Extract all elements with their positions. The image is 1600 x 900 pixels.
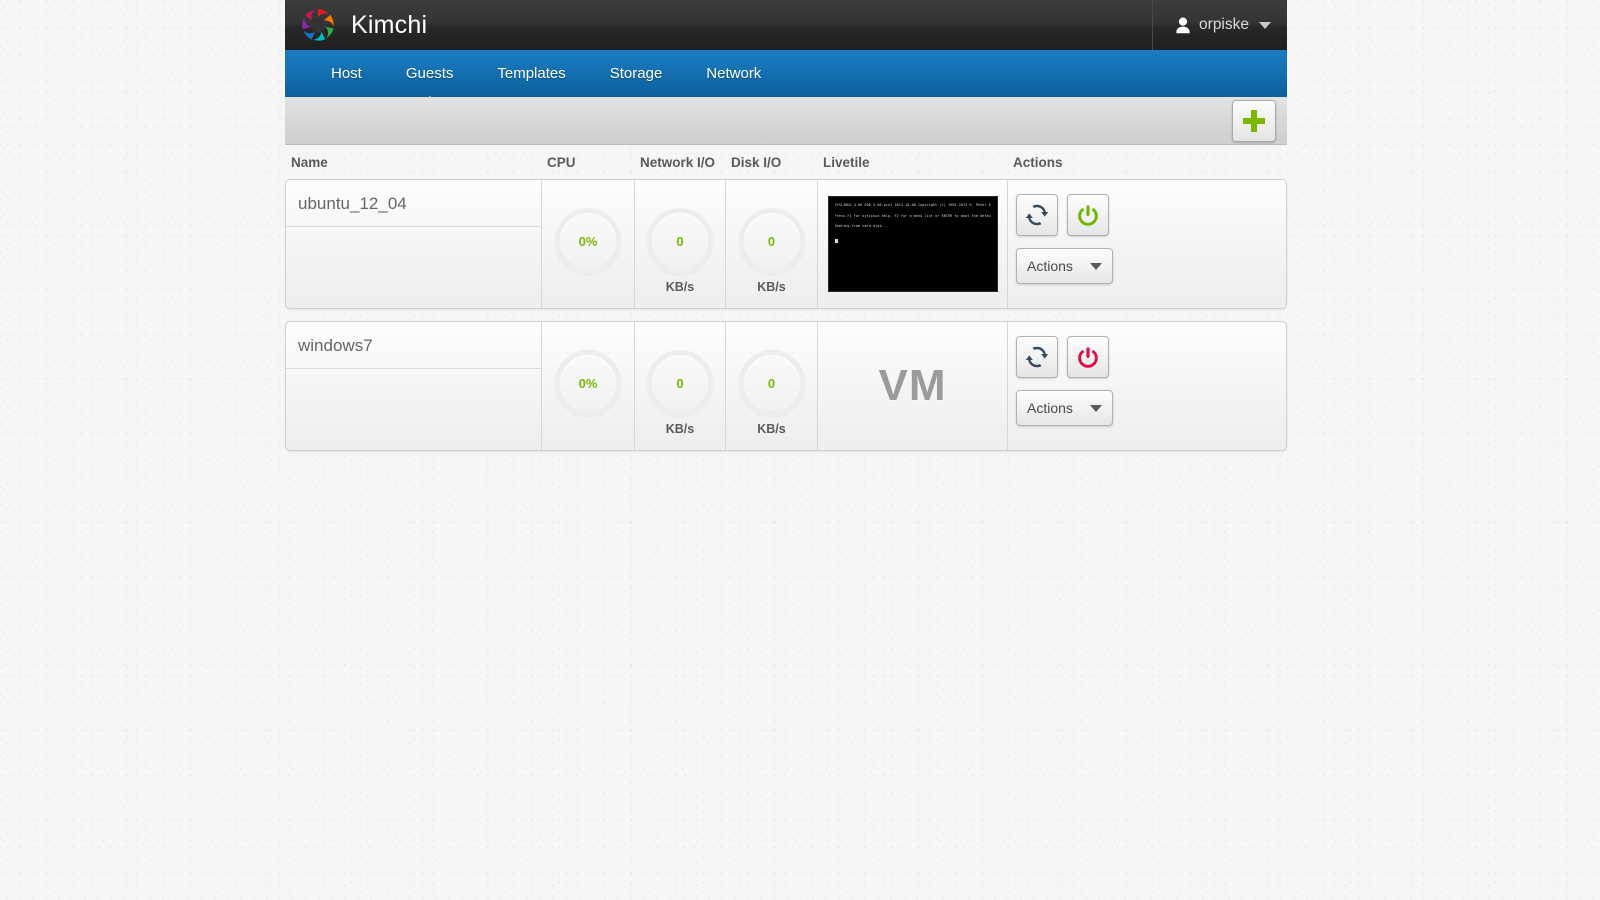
actions-dropdown[interactable]: Actions: [1016, 390, 1113, 426]
actions-cell: Actions: [1008, 322, 1286, 450]
actions-icon-row: [1016, 336, 1286, 378]
network-value: 0: [676, 376, 684, 391]
nav-item-storage[interactable]: Storage: [588, 50, 685, 97]
guest-detail-area: [286, 227, 541, 308]
network-unit: KB/s: [665, 422, 695, 436]
caret-down-icon: [1090, 404, 1102, 412]
guest-name-cell: ubuntu_12_04: [286, 180, 542, 308]
livetile-cell: SYSLINUX 4.06 EDD 4.06-pre1 2013-10-06 C…: [818, 180, 1008, 308]
nav-item-templates[interactable]: Templates: [475, 50, 587, 97]
actions-icon-row: [1016, 194, 1286, 236]
console-line: Booting from hard disk...: [834, 224, 889, 228]
table-row[interactable]: ubuntu_12_04 0% 0 KB/s 0 KB/s SYSLINUX 4…: [285, 179, 1287, 309]
console-line: Press F1 for syslinux help, F2 for a men…: [834, 213, 991, 218]
network-unit: KB/s: [665, 280, 695, 294]
power-icon: [1078, 205, 1098, 226]
network-gauge: 0 KB/s: [635, 180, 726, 308]
column-header-disk: Disk I/O: [731, 154, 782, 170]
reset-button[interactable]: [1016, 194, 1058, 236]
guest-table: Name CPU Network I/O Disk I/O Livetile A…: [285, 145, 1287, 463]
chevron-down-icon: [1259, 21, 1271, 29]
add-guest-button[interactable]: [1232, 100, 1276, 142]
nav-item-host[interactable]: Host: [309, 50, 384, 97]
nav-item-guests[interactable]: Guests: [384, 50, 476, 97]
brand[interactable]: Kimchi: [285, 4, 427, 46]
brand-title: Kimchi: [351, 10, 428, 39]
table-header-row: Name CPU Network I/O Disk I/O Livetile A…: [285, 145, 1287, 179]
cpu-gauge: 0%: [542, 322, 635, 450]
power-button[interactable]: [1067, 194, 1109, 236]
livetile-console-preview[interactable]: SYSLINUX 4.06 EDD 4.06-pre1 2013-10-06 C…: [827, 196, 998, 292]
disk-unit: KB/s: [757, 280, 786, 294]
plus-icon: [1243, 110, 1265, 132]
main-navigation: Host Guests Templates Storage Network: [285, 50, 1287, 97]
actions-dropdown-label: Actions: [1027, 400, 1073, 416]
power-button[interactable]: [1067, 336, 1109, 378]
cpu-value: 0%: [578, 376, 598, 391]
column-header-livetile: Livetile: [823, 154, 870, 170]
table-row[interactable]: windows7 0% 0 KB/s 0 KB/s VM Actions: [285, 321, 1287, 451]
disk-gauge: 0 KB/s: [726, 180, 818, 308]
actions-dropdown[interactable]: Actions: [1016, 248, 1113, 284]
column-header-name: Name: [291, 154, 328, 170]
guest-name-cell: windows7: [286, 322, 542, 450]
guest-name[interactable]: ubuntu_12_04: [286, 180, 541, 227]
reset-icon: [1025, 204, 1049, 226]
console-line: SYSLINUX 4.06 EDD 4.06-pre1 2013-10-06 C…: [834, 203, 991, 207]
guest-name[interactable]: windows7: [286, 322, 541, 369]
network-value: 0: [676, 234, 684, 249]
masthead: Kimchi orpiske: [285, 0, 1287, 50]
disk-unit: KB/s: [757, 422, 786, 436]
disk-gauge: 0 KB/s: [726, 322, 818, 450]
cpu-gauge: 0%: [542, 180, 635, 308]
reset-icon: [1025, 346, 1049, 368]
kimchi-swirl-logo: [302, 9, 334, 41]
cpu-value: 0%: [578, 234, 598, 249]
disk-value: 0: [767, 376, 776, 391]
user-menu[interactable]: orpiske: [1152, 0, 1287, 50]
power-icon: [1078, 347, 1098, 368]
reset-button[interactable]: [1016, 336, 1058, 378]
livetile-cell: VM: [818, 322, 1008, 450]
column-header-cpu: CPU: [547, 154, 576, 170]
actions-cell: Actions: [1008, 180, 1286, 308]
user-name: orpiske: [1199, 16, 1249, 33]
network-gauge: 0 KB/s: [635, 322, 726, 450]
guest-detail-area: [286, 369, 541, 450]
column-header-actions: Actions: [1013, 154, 1063, 170]
toolbar: [285, 97, 1287, 145]
user-icon: [1176, 17, 1190, 33]
livetile-placeholder[interactable]: VM: [818, 322, 1007, 450]
disk-value: 0: [767, 234, 776, 249]
column-header-network: Network I/O: [640, 154, 716, 170]
caret-down-icon: [1090, 262, 1102, 270]
actions-dropdown-label: Actions: [1027, 258, 1073, 274]
console-cursor: [834, 238, 838, 243]
nav-item-network[interactable]: Network: [684, 50, 783, 97]
